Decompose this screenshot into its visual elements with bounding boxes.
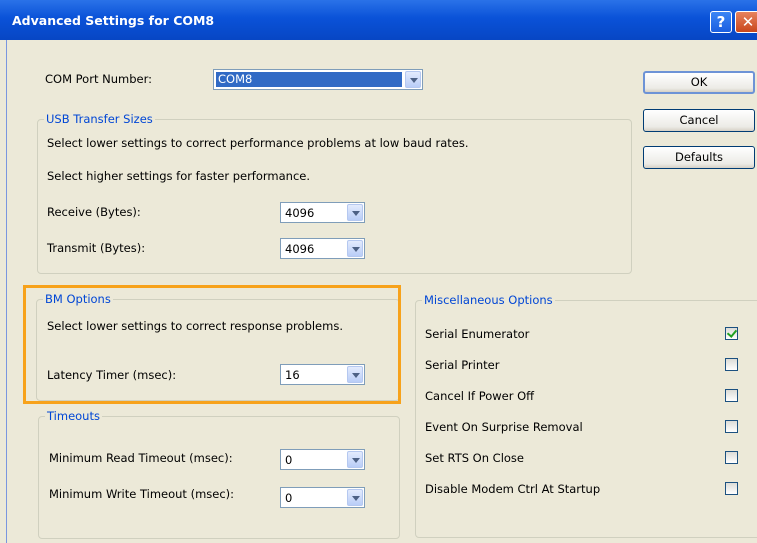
transmit-label: Transmit (Bytes): [47, 241, 146, 255]
write-timeout-select[interactable]: 0 [280, 487, 365, 508]
com-port-select[interactable]: COM8 [213, 69, 423, 90]
misc-option-label: Serial Printer [425, 358, 500, 372]
misc-option-label: Event On Surprise Removal [425, 420, 583, 434]
cancel-button[interactable]: Cancel [643, 109, 755, 132]
read-timeout-select[interactable]: 0 [280, 449, 365, 470]
advanced-settings-window: Advanced Settings for COM8 ? ✕ COM Port … [0, 0, 757, 543]
usb-info-line2: Select higher settings for faster perfor… [47, 169, 311, 183]
surprise-removal-checkbox[interactable] [725, 420, 738, 433]
chevron-down-icon[interactable] [347, 451, 363, 468]
misc-option-label: Serial Enumerator [425, 327, 530, 341]
chevron-down-icon[interactable] [347, 489, 363, 506]
receive-label: Receive (Bytes): [47, 205, 141, 219]
serial-printer-checkbox[interactable] [725, 358, 738, 371]
serial-enumerator-checkbox[interactable] [725, 327, 738, 340]
misc-options-legend: Miscellaneous Options [424, 293, 553, 307]
help-icon[interactable]: ? [710, 11, 732, 33]
write-timeout-label: Minimum Write Timeout (msec): [49, 487, 235, 501]
chevron-down-icon[interactable] [347, 240, 363, 257]
usb-info-line1: Select lower settings to correct perform… [47, 136, 469, 150]
com-port-value: COM8 [216, 72, 402, 87]
misc-option-label: Set RTS On Close [425, 451, 524, 465]
write-timeout-value: 0 [285, 491, 293, 505]
disable-modem-ctrl-checkbox[interactable] [725, 482, 738, 495]
timeouts-legend: Timeouts [47, 409, 100, 423]
bm-options-highlight [23, 285, 401, 404]
ok-button[interactable]: OK [643, 71, 755, 94]
com-port-label: COM Port Number: [45, 72, 152, 86]
usb-transfer-legend: USB Transfer Sizes [46, 112, 153, 126]
receive-value: 4096 [285, 206, 315, 220]
checkmark-icon [726, 327, 738, 338]
receive-select[interactable]: 4096 [280, 202, 365, 223]
cancel-power-off-checkbox[interactable] [725, 389, 738, 402]
defaults-button[interactable]: Defaults [643, 146, 755, 169]
misc-option-label: Cancel If Power Off [425, 389, 535, 403]
rts-on-close-checkbox[interactable] [725, 451, 738, 464]
transmit-value: 4096 [285, 242, 315, 256]
title-bar[interactable]: Advanced Settings for COM8 ? ✕ [0, 0, 757, 40]
close-icon[interactable]: ✕ [735, 11, 757, 33]
misc-option-label: Disable Modem Ctrl At Startup [425, 482, 601, 496]
timeouts-group: Timeouts [38, 409, 400, 539]
window-title: Advanced Settings for COM8 [12, 13, 215, 28]
transmit-select[interactable]: 4096 [280, 238, 365, 259]
chevron-down-icon[interactable] [347, 204, 363, 221]
read-timeout-label: Minimum Read Timeout (msec): [49, 451, 233, 465]
read-timeout-value: 0 [285, 453, 293, 467]
chevron-down-icon[interactable] [405, 71, 421, 88]
